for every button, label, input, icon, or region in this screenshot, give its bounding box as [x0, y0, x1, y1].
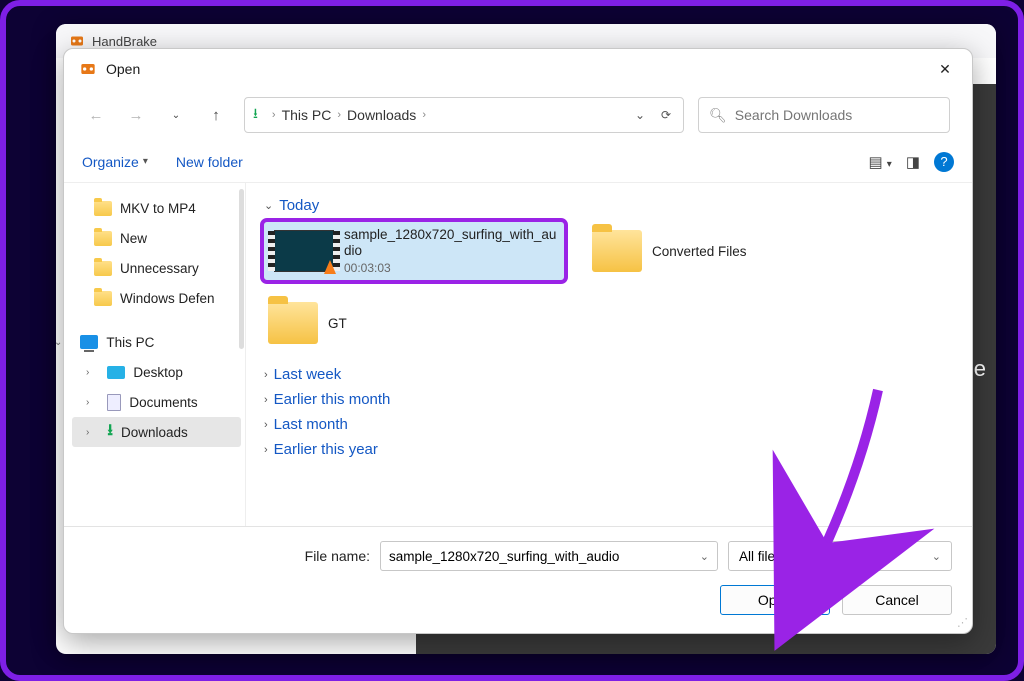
dialog-title: Open — [106, 61, 924, 77]
chevron-right-icon: › — [264, 369, 268, 381]
chevron-down-icon[interactable]: ⌄ — [700, 550, 709, 563]
file-tile-converted[interactable]: Converted Files — [588, 222, 878, 280]
downloads-icon: ⭳ — [107, 419, 113, 446]
chevron-down-icon: ⌄ — [54, 337, 62, 348]
pc-icon — [80, 335, 98, 349]
up-button[interactable]: ↑ — [198, 97, 234, 133]
chevron-right-icon: › — [86, 397, 89, 408]
preview-pane-button[interactable]: ◨ — [906, 153, 920, 171]
tree-documents[interactable]: ›Documents — [72, 387, 241, 417]
chevron-right-icon: › — [86, 367, 89, 378]
new-folder-button[interactable]: New folder — [176, 154, 243, 170]
dialog-titlebar: Open ✕ — [64, 49, 972, 89]
navigation-tree: MKV to MP4 New Unnecessary Windows Defen… — [64, 183, 246, 526]
desktop-icon — [107, 366, 125, 379]
group-earlier-year[interactable]: ›Earlier this year — [264, 441, 954, 458]
help-button[interactable]: ? — [934, 152, 954, 172]
group-earlier-month[interactable]: ›Earlier this month — [264, 391, 954, 408]
breadcrumb-downloads[interactable]: Downloads — [347, 107, 416, 123]
chevron-right-icon: › — [272, 109, 276, 121]
dialog-footer: File name: sample_1280x720_surfing_with_… — [64, 526, 972, 633]
tree-quick-mkv[interactable]: MKV to MP4 — [72, 193, 241, 223]
folder-icon — [94, 261, 112, 276]
tree-quick-new[interactable]: New — [72, 223, 241, 253]
breadcrumb-dropdown-button[interactable]: ⌄ — [631, 108, 649, 122]
forward-button[interactable]: → — [118, 97, 154, 133]
file-tile-video[interactable]: sample_1280x720_surfing_with_audio 00:03… — [264, 222, 564, 280]
recent-locations-button[interactable]: ⌄ — [158, 97, 194, 133]
document-icon — [107, 394, 121, 411]
file-type-filter[interactable]: All files ⌄ — [728, 541, 952, 571]
tree-quick-unnecessary[interactable]: Unnecessary — [72, 253, 241, 283]
dialog-toolbar: Organize▾ New folder ▤ ▾ ◨ ? — [64, 141, 972, 183]
tree-desktop[interactable]: ›Desktop — [72, 357, 241, 387]
group-last-month[interactable]: ›Last month — [264, 416, 954, 433]
navigation-row: ← → ⌄ ↑ ⭳ › This PC › Downloads › ⌄ ⟳ 🔍︎ — [64, 89, 972, 141]
breadcrumb-this-pc[interactable]: This PC — [282, 107, 332, 123]
file-duration: 00:03:03 — [344, 261, 560, 275]
search-icon: 🔍︎ — [709, 107, 727, 124]
chevron-right-icon: › — [264, 419, 268, 431]
filename-input[interactable]: sample_1280x720_surfing_with_audio ⌄ — [380, 541, 718, 571]
downloads-path-icon: ⭳ — [253, 103, 258, 127]
file-list-pane: ⌄Today sample_1280x720_surfing_with_audi… — [246, 183, 972, 526]
cancel-button[interactable]: Cancel — [842, 585, 952, 615]
resize-grip[interactable]: ⋰ — [957, 616, 966, 629]
tree-downloads[interactable]: ›⭳Downloads — [72, 417, 241, 447]
chevron-down-icon: ⌄ — [932, 550, 941, 563]
folder-icon — [592, 230, 642, 272]
close-button[interactable]: ✕ — [924, 53, 966, 85]
view-options-button[interactable]: ▤ ▾ — [868, 153, 891, 171]
folder-icon — [94, 201, 112, 216]
chevron-right-icon: › — [86, 427, 89, 438]
file-name: sample_1280x720_surfing_with_audio — [344, 227, 560, 258]
vlc-cone-icon — [324, 260, 336, 274]
filename-label: File name: — [84, 548, 370, 564]
refresh-button[interactable]: ⟳ — [657, 108, 675, 122]
breadcrumb-bar[interactable]: ⭳ › This PC › Downloads › ⌄ ⟳ — [244, 97, 684, 133]
search-box[interactable]: 🔍︎ — [698, 97, 950, 133]
handbrake-dialog-icon — [78, 59, 98, 79]
open-button[interactable]: Open — [720, 585, 830, 615]
tree-scrollbar[interactable] — [239, 189, 244, 349]
file-tile-gt[interactable]: GT — [264, 294, 554, 352]
group-last-week[interactable]: ›Last week — [264, 366, 954, 383]
organize-button[interactable]: Organize▾ — [82, 154, 148, 170]
group-today[interactable]: ⌄Today — [264, 197, 954, 214]
chevron-right-icon: › — [337, 109, 341, 121]
folder-icon — [94, 291, 112, 306]
search-input[interactable] — [735, 107, 939, 123]
tree-quick-defender[interactable]: Windows Defen — [72, 283, 241, 313]
folder-name: Converted Files — [652, 244, 747, 259]
chevron-down-icon: ⌄ — [264, 199, 273, 212]
folder-name: GT — [328, 316, 347, 331]
app-title: HandBrake — [92, 34, 157, 49]
chevron-right-icon: › — [264, 444, 268, 456]
open-file-dialog: Open ✕ ← → ⌄ ↑ ⭳ › This PC › Downloads ›… — [63, 48, 973, 634]
folder-icon — [94, 231, 112, 246]
folder-icon — [268, 302, 318, 344]
chevron-right-icon: › — [422, 109, 426, 121]
tree-this-pc[interactable]: ⌄This PC — [72, 327, 241, 357]
chevron-right-icon: › — [264, 394, 268, 406]
back-button[interactable]: ← — [78, 97, 114, 133]
